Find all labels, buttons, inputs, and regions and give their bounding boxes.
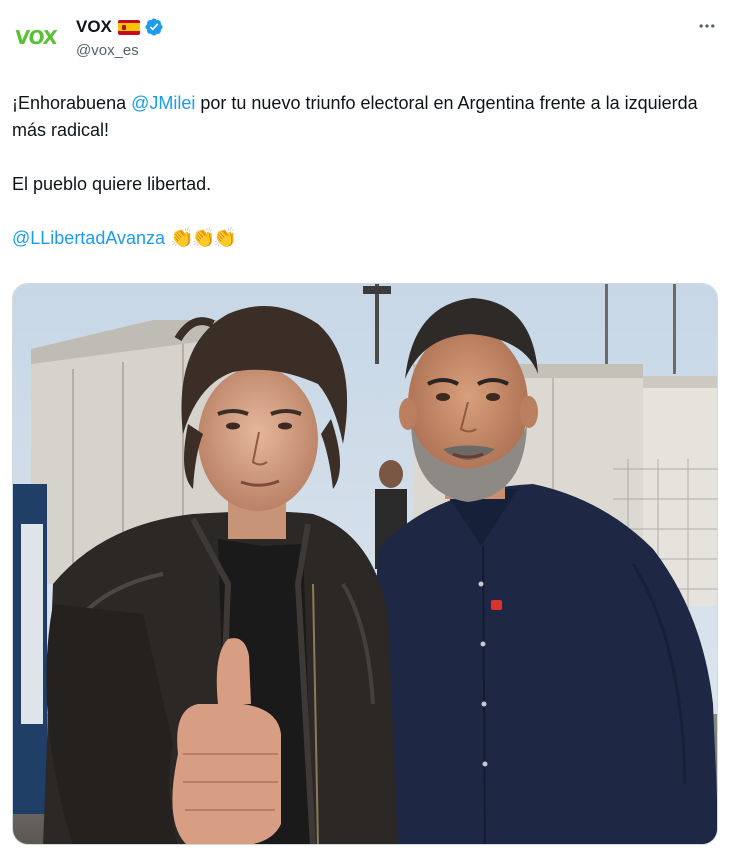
tweet: VOX VOX @vox_es ¡Enhorabuena @JMilei por… [0,0,741,850]
text-segment: ¡Enhorabuena [12,93,132,113]
avatar[interactable]: VOX [12,14,60,62]
author-name-row: VOX [76,16,164,38]
tweet-text: ¡Enhorabuena @JMilei por tu nuevo triunf… [12,90,722,252]
spain-flag-icon [117,19,140,35]
verified-badge-icon[interactable] [144,17,164,37]
clapping-hands-icon: 👏👏👏 [170,228,237,249]
author-handle[interactable]: @vox_es [76,42,139,59]
tweet-photo[interactable] [12,283,718,845]
photo-illustration [13,284,717,844]
avatar-logo: VOX [14,27,58,49]
more-options-button[interactable] [695,14,719,38]
mention-llibertadavanza-link[interactable]: @LLibertadAvanza [12,228,165,248]
mention-jmilei-link[interactable]: @JMilei [131,93,195,113]
author-display-name[interactable]: VOX [76,17,112,37]
tweet-paragraph-3: @LLibertadAvanza 👏👏👏 [12,225,722,252]
tweet-paragraph-2: El pueblo quiere libertad. [12,174,212,194]
more-horizontal-icon [699,24,715,28]
tweet-paragraph-1: ¡Enhorabuena @JMilei por tu nuevo triunf… [12,90,722,144]
